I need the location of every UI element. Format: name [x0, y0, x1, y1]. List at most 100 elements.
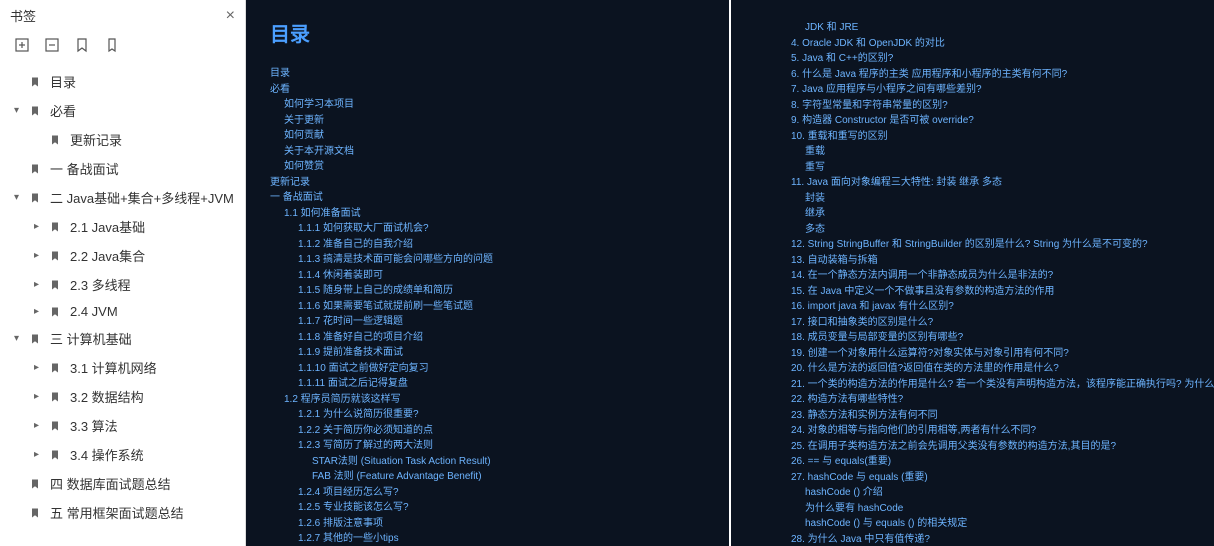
toc-entry[interactable]: 1.1.4 休闲着装即可 — [270, 268, 705, 284]
bookmark-icon — [28, 162, 42, 176]
toc-entry[interactable]: 24. 对象的相等与指向他们的引用相等,两者有什么不同? — [777, 423, 1190, 439]
toc-entry[interactable]: 必看 — [270, 82, 705, 98]
toc-entry[interactable]: 如何学习本项目 — [270, 97, 705, 113]
toc-entry[interactable]: 12. String StringBuffer 和 StringBuilder … — [777, 237, 1190, 253]
toc-entry[interactable]: 1.1 如何准备面试 — [270, 206, 705, 222]
toc-entry[interactable]: 14. 在一个静态方法内调用一个非静态成员为什么是非法的? — [777, 268, 1190, 284]
bookmark-item[interactable]: ▸2.4 JVM — [0, 299, 245, 324]
bookmark-item[interactable]: 四 数据库面试题总结 — [0, 469, 245, 498]
bookmark-icon — [48, 419, 62, 433]
toc-entry[interactable]: 一 备战面试 — [270, 190, 705, 206]
toc-entry[interactable]: 1.1.6 如果需要笔试就提前刷一些笔试题 — [270, 299, 705, 315]
toc-entry[interactable]: 1.2.3 写简历了解过的两大法则 — [270, 438, 705, 454]
toc-entry[interactable]: hashCode () 介绍 — [777, 485, 1190, 501]
toc-entry[interactable]: 重载 — [777, 144, 1190, 160]
bookmark-item[interactable]: ▸3.3 算法 — [0, 411, 245, 440]
bookmark-outline-icon[interactable] — [74, 37, 90, 53]
toc-entry[interactable]: 1.1.8 准备好自己的项目介绍 — [270, 330, 705, 346]
toc-entry[interactable]: 1.2.7 其他的一些小tips — [270, 531, 705, 546]
toc-entry[interactable]: 1.1.2 准备自己的自我介绍 — [270, 237, 705, 253]
bookmark-item[interactable]: ▸2.2 Java集合 — [0, 241, 245, 270]
toc-entry[interactable]: JDK 和 JRE — [777, 20, 1190, 36]
toc-entry[interactable]: 4. Oracle JDK 和 OpenJDK 的对比 — [777, 36, 1190, 52]
toc-entry[interactable]: 5. Java 和 C++的区别? — [777, 51, 1190, 67]
toc-entry[interactable]: 13. 自动装箱与拆箱 — [777, 253, 1190, 269]
bookmark-tree: 目录▾必看更新记录一 备战面试▾二 Java基础+集合+多线程+JVM▸2.1 … — [0, 63, 245, 546]
bookmark-item[interactable]: ▸2.3 多线程 — [0, 270, 245, 299]
toc-entry[interactable]: 23. 静态方法和实例方法有何不同 — [777, 408, 1190, 424]
toc-entry[interactable]: STAR法则 (Situation Task Action Result) — [270, 454, 705, 470]
toc-entry[interactable]: 28. 为什么 Java 中只有值传递? — [777, 532, 1190, 546]
bookmark-item[interactable]: 目录 — [0, 67, 245, 96]
bookmark-item[interactable]: 五 常用框架面试题总结 — [0, 498, 245, 527]
bookmark-item[interactable]: 一 备战面试 — [0, 154, 245, 183]
toc-entry[interactable]: 继承 — [777, 206, 1190, 222]
toc-entry[interactable]: 如何赞赏 — [270, 159, 705, 175]
bookmark-item[interactable]: ▸3.1 计算机网络 — [0, 353, 245, 382]
bookmark-item[interactable]: ▾三 计算机基础 — [0, 324, 245, 353]
close-icon[interactable]: × — [226, 7, 235, 25]
collapse-all-icon[interactable] — [44, 37, 60, 53]
bookmark-label: 三 计算机基础 — [50, 329, 132, 348]
bookmark-label: 3.4 操作系统 — [70, 445, 144, 464]
toc-right: JDK 和 JRE4. Oracle JDK 和 OpenJDK 的对比5. J… — [755, 20, 1190, 546]
bookmark-item[interactable]: ▾二 Java基础+集合+多线程+JVM — [0, 183, 245, 212]
toc-entry[interactable]: 多态 — [777, 222, 1190, 238]
toc-entry[interactable]: 1.1.10 面试之前做好定向复习 — [270, 361, 705, 377]
toc-entry[interactable]: 27. hashCode 与 equals (重要) — [777, 470, 1190, 486]
toc-entry[interactable]: 如何贡献 — [270, 128, 705, 144]
toc-entry[interactable]: 重写 — [777, 160, 1190, 176]
toc-entry[interactable]: 1.2.6 排版注意事项 — [270, 516, 705, 532]
bookmark-label: 3.1 计算机网络 — [70, 358, 157, 377]
bookmark-icon — [28, 75, 42, 89]
toc-entry[interactable]: 关于更新 — [270, 113, 705, 129]
bookmark-item[interactable]: ▾必看 — [0, 96, 245, 125]
bookmark-icon — [48, 361, 62, 375]
bookmark-item[interactable]: ▸2.1 Java基础 — [0, 212, 245, 241]
toc-entry[interactable]: 目录 — [270, 66, 705, 82]
toc-entry[interactable]: 1.1.1 如何获取大厂面试机会? — [270, 221, 705, 237]
toc-entry[interactable]: 1.1.7 花时间一些逻辑题 — [270, 314, 705, 330]
bookmark-icon — [28, 332, 42, 346]
toc-entry[interactable]: 1.2.2 关于简历你必须知道的点 — [270, 423, 705, 439]
toc-entry[interactable]: 6. 什么是 Java 程序的主类 应用程序和小程序的主类有何不同? — [777, 67, 1190, 83]
toc-entry[interactable]: 为什么要有 hashCode — [777, 501, 1190, 517]
toc-entry[interactable]: 1.1.11 面试之后记得复盘 — [270, 376, 705, 392]
toc-entry[interactable]: 1.2.1 为什么说简历很重要? — [270, 407, 705, 423]
toc-entry[interactable]: 9. 构造器 Constructor 是否可被 override? — [777, 113, 1190, 129]
chevron-icon: ▸ — [34, 391, 44, 402]
toc-entry[interactable]: 1.1.3 搞清是技术面可能会问哪些方向的问题 — [270, 252, 705, 268]
toc-entry[interactable]: 20. 什么是方法的返回值?返回值在类的方法里的作用是什么? — [777, 361, 1190, 377]
toc-entry[interactable]: 26. == 与 equals(重要) — [777, 454, 1190, 470]
toc-entry[interactable]: 11. Java 面向对象编程三大特性: 封装 继承 多态 — [777, 175, 1190, 191]
bookmark-item[interactable]: 更新记录 — [0, 125, 245, 154]
toc-entry[interactable]: 15. 在 Java 中定义一个不做事且没有参数的构造方法的作用 — [777, 284, 1190, 300]
toc-entry[interactable]: 1.2 程序员简历就该这样写 — [270, 392, 705, 408]
bookmark-item[interactable]: ▸3.2 数据结构 — [0, 382, 245, 411]
toc-entry[interactable]: 关于本开源文档 — [270, 144, 705, 160]
bookmark-label: 2.1 Java基础 — [70, 217, 145, 236]
expand-all-icon[interactable] — [14, 37, 30, 53]
toc-entry[interactable]: hashCode () 与 equals () 的相关规定 — [777, 516, 1190, 532]
page-left: 目录 目录必看如何学习本项目关于更新如何贡献关于本开源文档如何赞赏更新记录一 备… — [246, 0, 731, 546]
toc-entry[interactable]: 10. 重载和重写的区别 — [777, 129, 1190, 145]
toc-entry[interactable]: 8. 字符型常量和字符串常量的区别? — [777, 98, 1190, 114]
toc-entry[interactable]: 19. 创建一个对象用什么运算符?对象实体与对象引用有何不同? — [777, 346, 1190, 362]
toc-entry[interactable]: 封装 — [777, 191, 1190, 207]
toc-entry[interactable]: 17. 接口和抽象类的区别是什么? — [777, 315, 1190, 331]
toc-entry[interactable]: 18. 成员变量与局部变量的区别有哪些? — [777, 330, 1190, 346]
bookmark-item[interactable]: ▸3.4 操作系统 — [0, 440, 245, 469]
toc-entry[interactable]: 1.2.5 专业技能该怎么写? — [270, 500, 705, 516]
toc-entry[interactable]: 1.1.5 随身带上自己的成绩单和简历 — [270, 283, 705, 299]
toc-entry[interactable]: 7. Java 应用程序与小程序之间有哪些差别? — [777, 82, 1190, 98]
toc-entry[interactable]: FAB 法则 (Feature Advantage Benefit) — [270, 469, 705, 485]
toc-entry[interactable]: 更新记录 — [270, 175, 705, 191]
toc-entry[interactable]: 1.1.9 提前准备技术面试 — [270, 345, 705, 361]
toc-entry[interactable]: 25. 在调用子类构造方法之前会先调用父类没有参数的构造方法,其目的是? — [777, 439, 1190, 455]
toc-entry[interactable]: 21. 一个类的构造方法的作用是什么? 若一个类没有声明构造方法，该程序能正确执… — [777, 377, 1190, 393]
chevron-icon: ▾ — [14, 192, 24, 203]
toc-entry[interactable]: 16. import java 和 javax 有什么区别? — [777, 299, 1190, 315]
toc-entry[interactable]: 1.2.4 项目经历怎么写? — [270, 485, 705, 501]
toc-entry[interactable]: 22. 构造方法有哪些特性? — [777, 392, 1190, 408]
bookmark-ribbon-icon[interactable] — [104, 37, 120, 53]
